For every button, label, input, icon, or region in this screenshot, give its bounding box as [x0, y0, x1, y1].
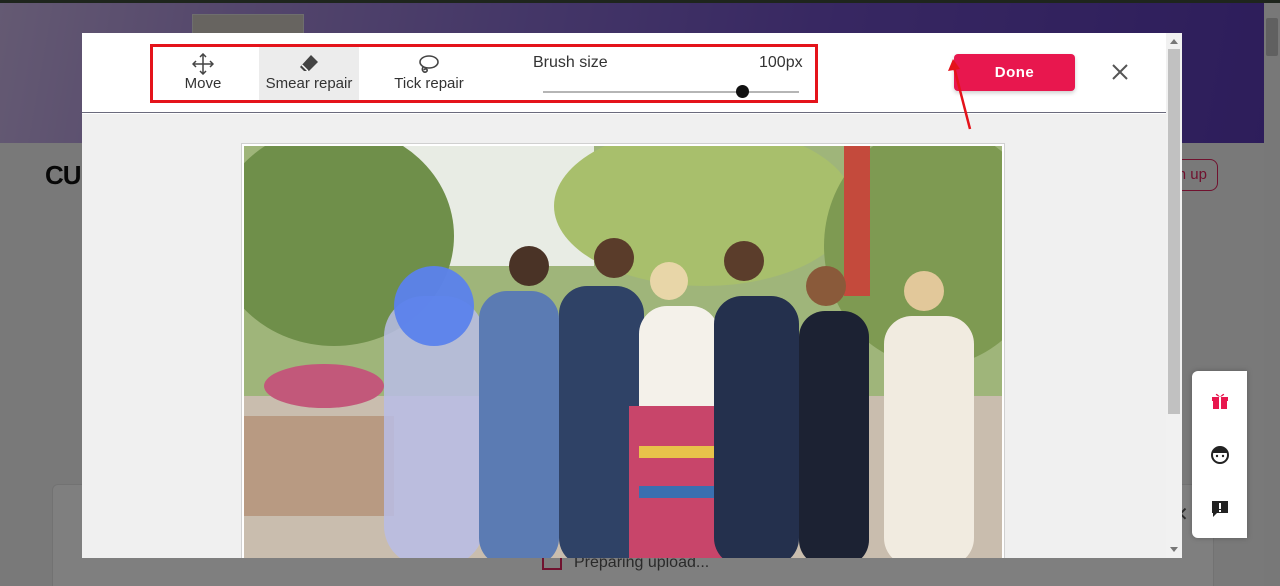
brush-size-slider[interactable] [543, 91, 799, 93]
modal-scrollbar[interactable] [1166, 33, 1182, 558]
scroll-up-arrow-icon[interactable] [1170, 39, 1178, 44]
scroll-down-arrow-icon[interactable] [1170, 547, 1178, 552]
photo-canvas-frame [241, 143, 1005, 558]
close-icon[interactable] [1108, 60, 1132, 84]
brush-size-value: 100px [759, 54, 803, 71]
modal-header: Move Smear repair Tick repair Brush size… [82, 33, 1166, 113]
eraser-icon [259, 47, 359, 73]
feedback-icon[interactable] [1209, 498, 1231, 520]
repair-toolbar: Move Smear repair Tick repair Brush size… [150, 44, 818, 103]
tool-tick-repair-label: Tick repair [394, 75, 464, 92]
move-icon [153, 47, 253, 76]
tool-smear-repair-label: Smear repair [265, 75, 353, 92]
gift-icon[interactable] [1209, 389, 1231, 411]
lasso-icon [379, 47, 479, 73]
tool-smear-repair[interactable]: Smear repair [259, 47, 359, 100]
tool-move-label: Move [184, 75, 222, 92]
side-widget [1192, 371, 1247, 538]
brush-size-label: Brush size [533, 54, 608, 71]
tool-tick-repair[interactable]: Tick repair [379, 47, 479, 100]
tool-move[interactable]: Move [153, 47, 253, 100]
brush-size-slider-thumb[interactable] [736, 85, 749, 98]
group-photo[interactable] [244, 146, 1002, 558]
editor-canvas-area [82, 114, 1166, 558]
support-agent-icon[interactable] [1209, 443, 1231, 465]
modal-scrollbar-thumb[interactable] [1168, 49, 1180, 414]
photo-editor-modal: Move Smear repair Tick repair Brush size… [82, 33, 1182, 558]
annotation-arrow-icon [948, 59, 972, 130]
